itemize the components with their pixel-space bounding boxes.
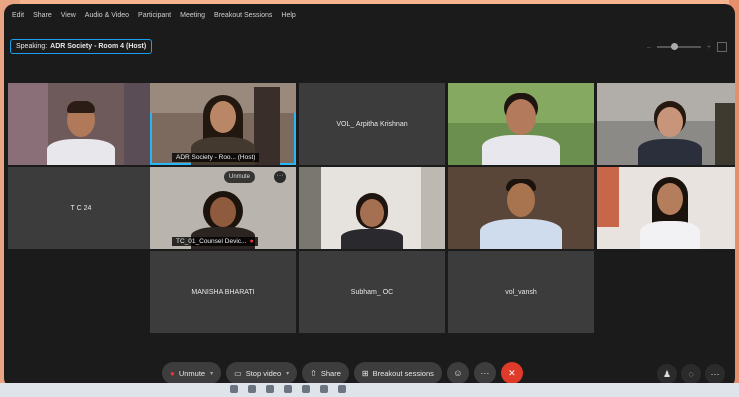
side-panel-controls: ♟ ◌ ⋯ xyxy=(657,364,725,384)
menu-participant[interactable]: Participant xyxy=(138,12,171,19)
zoom-out-icon[interactable]: – xyxy=(647,44,651,51)
taskbar-app-icon[interactable] xyxy=(338,385,346,393)
tile-more-icon[interactable]: ··· xyxy=(274,171,286,183)
breakout-icon: ⊞ xyxy=(361,368,369,378)
stop-video-label: Stop video xyxy=(245,368,282,378)
participant-name: ADR Society - Roo... (Host) xyxy=(172,153,260,162)
video-tile-11[interactable]: MANISHA BHARATI xyxy=(150,251,296,333)
video-tile-3[interactable]: VOL_ Arpitha Krishnan xyxy=(299,83,445,165)
unmute-button[interactable]: ● Unmute ▾ xyxy=(162,362,222,384)
stop-video-button[interactable]: ▭ Stop video ▾ xyxy=(226,362,298,384)
breakout-sessions-button[interactable]: ⊞ Breakout sessions xyxy=(353,362,442,384)
video-tile-4[interactable] xyxy=(448,83,594,165)
camera-icon: ▭ xyxy=(234,368,242,378)
participant-video xyxy=(337,191,407,249)
speaking-indicator: Speaking: ADR Society - Room 4 (Host) xyxy=(10,39,153,54)
video-tile-9[interactable] xyxy=(448,167,594,249)
menu-breakout-sessions[interactable]: Breakout Sessions xyxy=(214,12,272,19)
participant-name: vol_vansh xyxy=(505,288,537,296)
taskbar-app-icon[interactable] xyxy=(266,385,274,393)
zoom-thumb[interactable] xyxy=(670,43,678,50)
menu-meeting[interactable]: Meeting xyxy=(180,12,205,19)
meeting-window: Edit Share View Audio & Video Participan… xyxy=(4,4,735,388)
participant-name: T C 24 xyxy=(70,204,92,212)
empty-area-left xyxy=(8,251,154,333)
chevron-down-icon[interactable]: ▾ xyxy=(286,370,289,377)
participant-video xyxy=(630,95,710,165)
participant-name: MANISHA BHARATI xyxy=(191,288,255,296)
taskbar-app-icon[interactable] xyxy=(320,385,328,393)
menu-bar: Edit Share View Audio & Video Participan… xyxy=(4,4,735,26)
video-tile-13[interactable]: vol_vansh xyxy=(448,251,594,333)
layout-icon[interactable] xyxy=(717,42,727,52)
mic-off-icon: ● xyxy=(170,368,175,378)
video-tile-12[interactable]: Subham_ OC xyxy=(299,251,445,333)
video-tile-1[interactable] xyxy=(8,83,154,165)
speaking-name: ADR Society - Room 4 (Host) xyxy=(50,43,147,50)
chevron-down-icon[interactable]: ▾ xyxy=(210,370,213,377)
menu-share[interactable]: Share xyxy=(33,12,52,19)
view-controls: – + xyxy=(647,42,727,52)
os-taskbar xyxy=(0,383,739,397)
menu-edit[interactable]: Edit xyxy=(12,12,24,19)
meeting-controls: ● Unmute ▾ ▭ Stop video ▾ ⇧ Share ⊞ Brea… xyxy=(162,362,523,384)
video-tile-6[interactable]: T C 24 xyxy=(8,167,154,249)
menu-audio-video[interactable]: Audio & Video xyxy=(85,12,129,19)
participant-video xyxy=(476,177,566,249)
taskbar-app-icon[interactable] xyxy=(302,385,310,393)
zoom-in-icon[interactable]: + xyxy=(707,44,711,51)
unmute-label: Unmute xyxy=(178,368,206,378)
more-options-icon[interactable]: ··· xyxy=(473,362,496,384)
participant-video xyxy=(41,95,121,165)
share-button[interactable]: ⇧ Share xyxy=(302,362,349,384)
tile-unmute-label: Unmute xyxy=(229,174,251,180)
participant-video xyxy=(476,89,566,165)
menu-view[interactable]: View xyxy=(61,12,76,19)
video-tile-7[interactable]: Unmute ··· TC_01_Counsel Devic... ● xyxy=(150,167,296,249)
video-tile-10[interactable] xyxy=(597,167,735,249)
speaking-label: Speaking: xyxy=(16,43,48,50)
video-tile-2[interactable]: ADR Society - Roo... (Host) xyxy=(150,83,296,165)
video-tile-5[interactable] xyxy=(597,83,735,165)
share-icon: ⇧ xyxy=(310,368,317,378)
taskbar-icons xyxy=(230,385,346,393)
taskbar-app-icon[interactable] xyxy=(230,385,238,393)
menu-help[interactable]: Help xyxy=(281,12,295,19)
taskbar-app-icon[interactable] xyxy=(284,385,292,393)
reactions-icon[interactable]: ☺ xyxy=(446,362,469,384)
video-tile-8[interactable] xyxy=(299,167,445,249)
breakout-label: Breakout sessions xyxy=(372,368,434,378)
participant-video xyxy=(630,173,710,249)
leave-meeting-button[interactable]: ✕ xyxy=(500,362,523,384)
tile-unmute-button[interactable]: Unmute xyxy=(224,171,256,183)
more-panels-icon[interactable]: ⋯ xyxy=(705,364,725,384)
mic-muted-icon: ● xyxy=(249,238,254,245)
taskbar-app-icon[interactable] xyxy=(248,385,256,393)
participant-name: TC_01_Counsel Devic... xyxy=(176,238,247,245)
chat-icon[interactable]: ◌ xyxy=(681,364,701,384)
zoom-slider[interactable] xyxy=(656,43,701,50)
share-label: Share xyxy=(320,368,341,378)
participant-name-tag: TC_01_Counsel Devic... ● xyxy=(172,237,258,246)
participant-name: Subham_ OC xyxy=(350,288,394,296)
participant-name: VOL_ Arpitha Krishnan xyxy=(336,120,408,128)
participants-icon[interactable]: ♟ xyxy=(657,364,677,384)
